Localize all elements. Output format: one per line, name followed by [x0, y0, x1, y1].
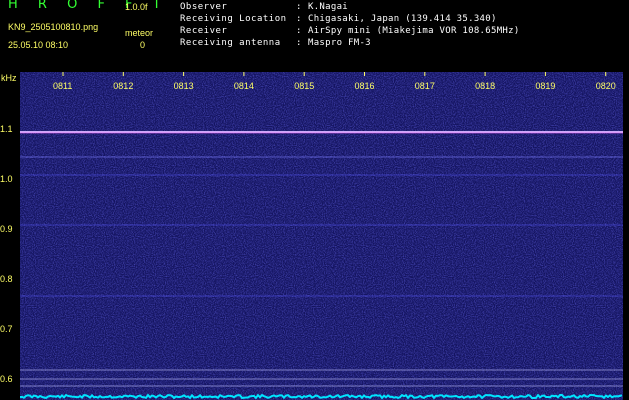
y-tick-label: 1.0: [0, 174, 13, 184]
colon: :: [296, 14, 302, 24]
timestamp: 25.05.10 08:10: [8, 40, 69, 50]
y-tick-label: 0.8: [0, 274, 13, 284]
time-tick-label: 0813: [173, 81, 194, 91]
header-panel: H R O F F T 1.0.0f KN9_2505100810.png me…: [0, 0, 629, 72]
spectrogram-plot: [20, 72, 623, 400]
y-tick-label: 0.6: [0, 374, 13, 384]
time-tick-label: 0820: [595, 81, 616, 91]
time-tick-label: 0816: [354, 81, 375, 91]
colon: :: [296, 26, 302, 36]
y-axis-unit: kHz: [1, 73, 17, 83]
y-tick-label: 0.7: [0, 324, 13, 334]
time-tick-label: 0818: [475, 81, 496, 91]
version-label: 1.0.0f: [125, 2, 148, 12]
colon: :: [296, 38, 302, 48]
y-tick-label: 0.9: [0, 224, 13, 234]
time-tick-label: 0819: [535, 81, 556, 91]
time-tick-label: 0817: [414, 81, 435, 91]
meteor-label: meteor: [125, 28, 154, 38]
colon: :: [296, 2, 302, 12]
location-label: Receiving Location: [180, 14, 287, 24]
time-tick-label: 0815: [294, 81, 315, 91]
observer-label: Observer: [180, 2, 228, 12]
time-tick-label: 0811: [53, 81, 73, 91]
time-tick-label: 0814: [233, 81, 254, 91]
antenna-label: Receiving antenna: [180, 38, 281, 48]
time-tick-label: 0812: [113, 81, 134, 91]
receiver-value: AirSpy mini (Miakejima VOR 108.65MHz): [308, 26, 520, 36]
location-value: Chigasaki, Japan (139.414 35.340): [308, 14, 497, 24]
meteor-count: 0: [140, 40, 146, 50]
spectrogram-noise: [20, 72, 623, 400]
y-tick-label: 1.1: [0, 124, 13, 134]
file-name: KN9_2505100810.png: [8, 22, 99, 32]
receiver-label: Receiver: [180, 26, 228, 36]
observer-value: K.Nagai: [308, 2, 349, 12]
antenna-value: Maspro FM-3: [308, 38, 371, 48]
